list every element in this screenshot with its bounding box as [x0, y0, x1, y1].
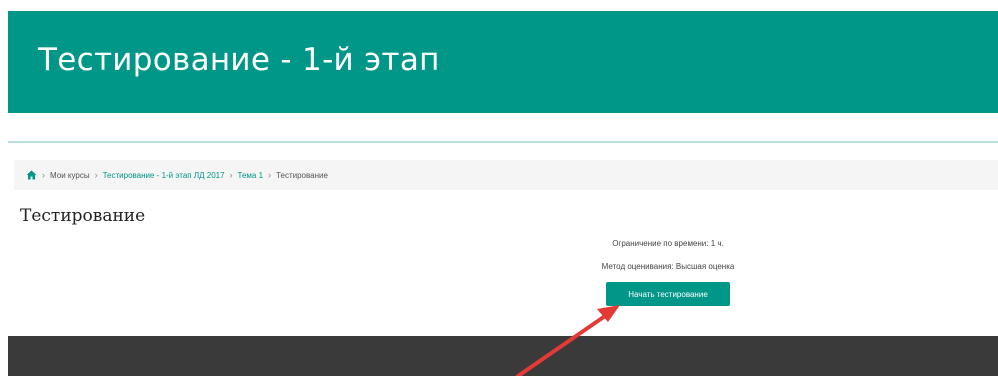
page-header: Тестирование - 1-й этап	[8, 11, 998, 113]
breadcrumb-my-courses[interactable]: Мои курсы	[50, 171, 90, 180]
time-limit-text: Ограничение по времени: 1 ч.	[612, 239, 724, 248]
grading-method-text: Метод оценивания: Высшая оценка	[601, 262, 735, 271]
home-icon[interactable]	[26, 170, 37, 180]
start-test-button[interactable]: Начать тестирование	[606, 282, 730, 306]
breadcrumb-separator: ›	[94, 170, 98, 180]
breadcrumb-topic[interactable]: Тема 1	[238, 171, 264, 180]
breadcrumb-current: Тестирование	[276, 170, 328, 180]
annotation-arrow-head	[597, 305, 620, 322]
breadcrumb-separator: ›	[268, 170, 272, 180]
course-title: Тестирование - 1-й этап	[38, 42, 440, 78]
page-title: Тестирование	[20, 206, 146, 226]
header-divider	[8, 141, 998, 143]
breadcrumb-separator: ›	[42, 170, 45, 180]
breadcrumb-separator: ›	[229, 170, 233, 180]
page-footer	[8, 336, 998, 376]
breadcrumb: › Мои курсы › Тестирование - 1-й этап ЛД…	[14, 160, 998, 190]
breadcrumb-course[interactable]: Тестирование - 1-й этап ЛД 2017	[103, 171, 225, 180]
